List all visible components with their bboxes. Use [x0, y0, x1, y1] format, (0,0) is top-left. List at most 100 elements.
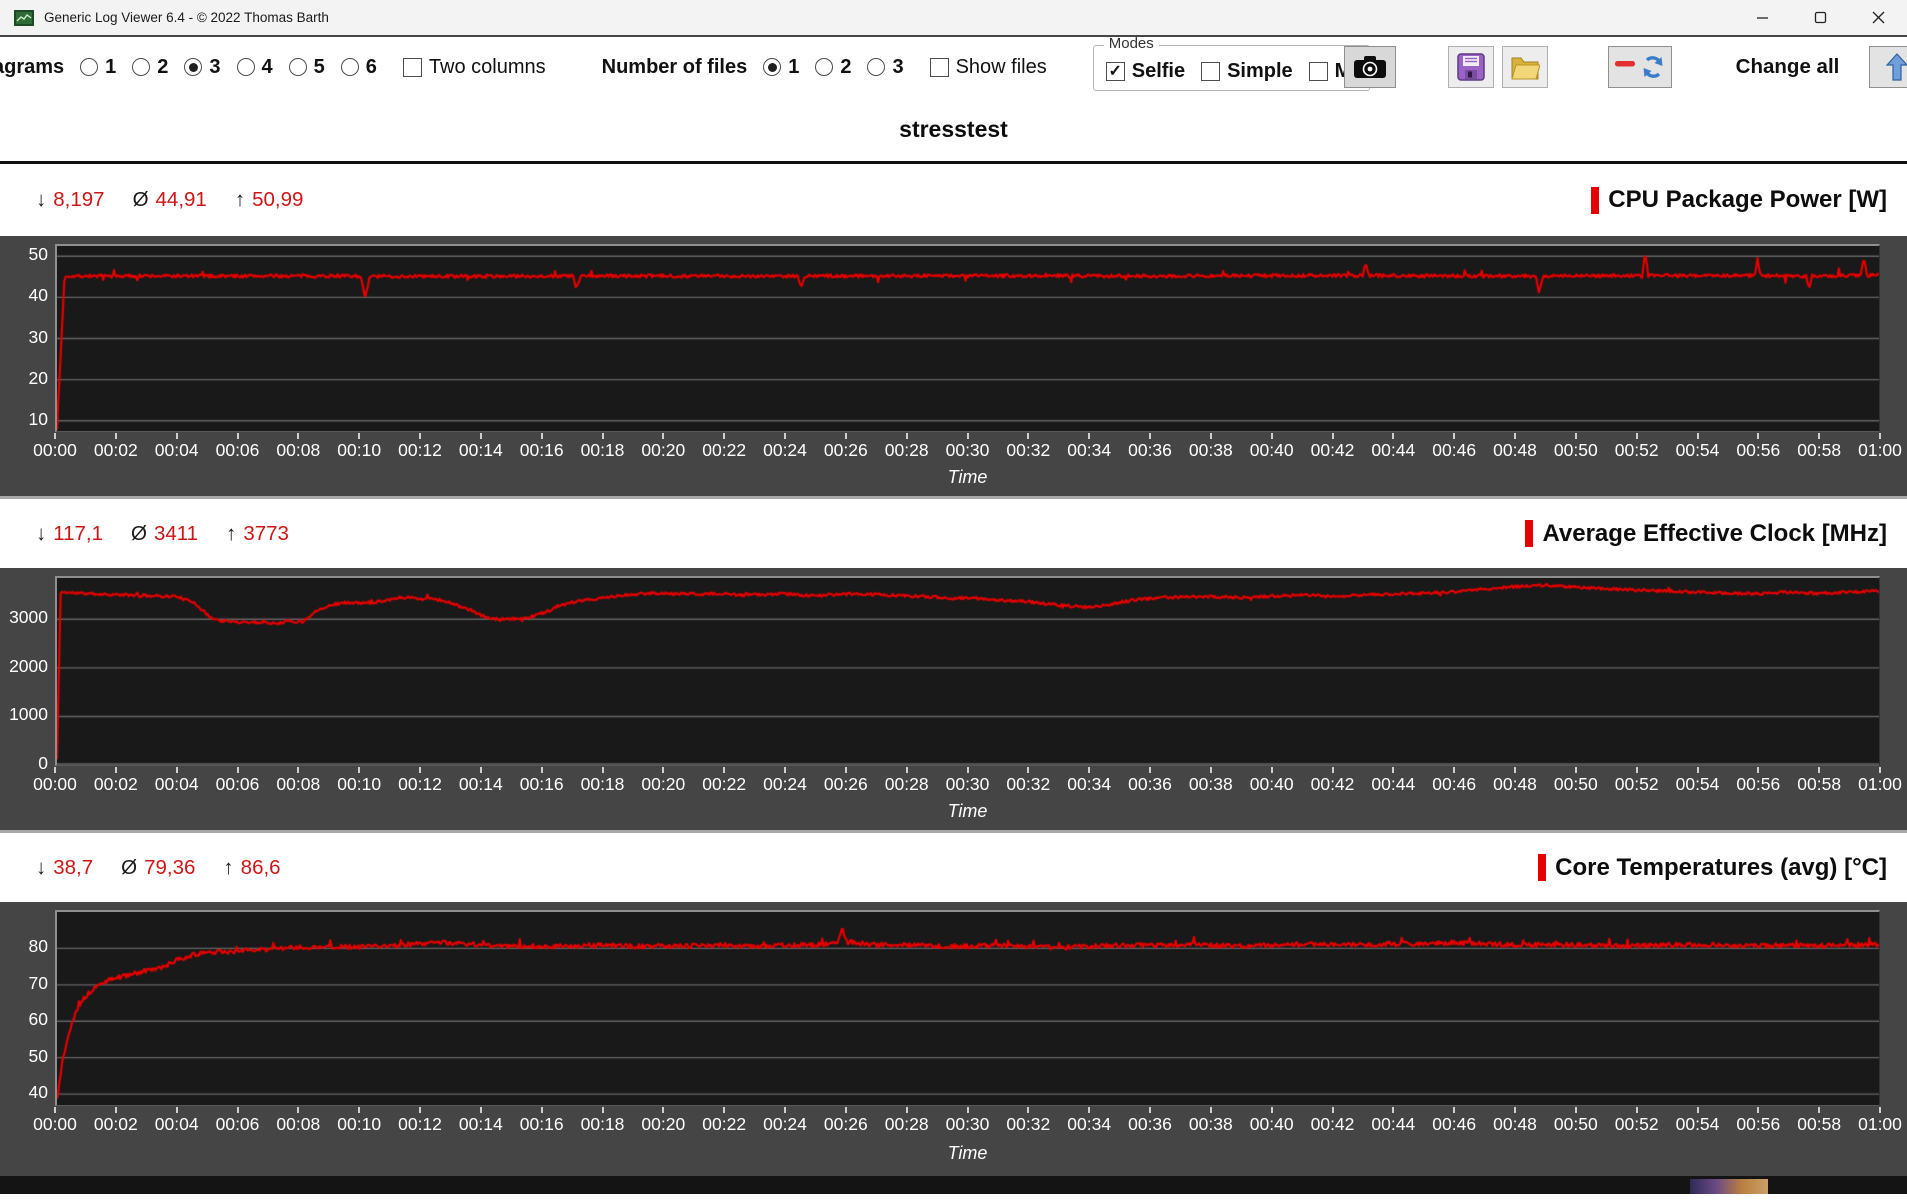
y-tick-label: 80 — [28, 936, 48, 957]
x-axis-labels: 00:00 00:02 00:04 00:06 00:08 00:10 00:12 00:14… — [33, 1107, 1902, 1136]
diagram-radio-3[interactable]: 3 — [184, 56, 221, 79]
x-tick-mark — [297, 433, 300, 439]
min-arrow-icon: ↓ — [36, 521, 47, 545]
open-folder-button[interactable] — [1501, 46, 1548, 88]
radio-icon[interactable] — [867, 58, 886, 76]
files-radio-2[interactable]: 2 — [815, 56, 851, 79]
radio-icon-selected[interactable] — [184, 58, 203, 76]
min-arrow-icon: ↓ — [36, 855, 47, 879]
radio-icon-selected[interactable] — [763, 58, 782, 76]
radio-icon[interactable] — [132, 58, 151, 76]
x-tick-mark — [784, 767, 786, 773]
x-tick-label: 00:06 — [215, 440, 260, 460]
x-tick-label: 00:40 — [1249, 1114, 1294, 1134]
stat-min: ↓ 38,7 — [36, 855, 94, 879]
x-tick-label: 00:54 — [1675, 774, 1720, 794]
camera-icon — [1353, 56, 1386, 78]
diagram-radio-4[interactable]: 4 — [236, 56, 273, 79]
x-tick-label: 00:28 — [884, 1114, 929, 1134]
x-tick-mark — [114, 767, 117, 773]
stat-max: ↑ 86,6 — [223, 855, 281, 879]
x-tick-mark — [175, 1107, 178, 1113]
plot-area — [55, 244, 1880, 432]
files-radio-1[interactable]: 1 — [763, 56, 799, 79]
stat-avg: Ø 44,91 — [132, 188, 207, 211]
x-tick-mark — [1453, 767, 1456, 773]
x-tick-mark — [966, 1107, 969, 1113]
diagram-radio-1[interactable]: 1 — [80, 56, 116, 79]
simple-checkbox[interactable]: Simple — [1201, 60, 1293, 83]
checkbox-icon[interactable] — [1201, 61, 1221, 81]
x-tick-mark — [175, 433, 178, 439]
max-arrow-icon: ↑ — [223, 855, 234, 879]
x-tick-label: 00:04 — [154, 1114, 199, 1134]
x-tick-mark — [1088, 767, 1091, 773]
maximize-icon — [1814, 11, 1826, 24]
selfie-checkbox[interactable]: ✓ Selfie — [1105, 60, 1185, 83]
x-tick-mark — [723, 433, 726, 439]
x-tick-mark — [358, 1107, 361, 1113]
x-tick-mark — [1635, 767, 1638, 773]
x-tick-label: 00:12 — [398, 1114, 442, 1134]
max-arrow-icon: ↑ — [226, 521, 237, 545]
x-tick-label: 00:18 — [580, 440, 625, 460]
radio-icon[interactable] — [80, 58, 99, 76]
radio-icon[interactable] — [288, 58, 307, 76]
x-axis-title: Time — [947, 467, 988, 487]
x-tick-mark — [236, 433, 239, 439]
maximize-button[interactable] — [1791, 0, 1849, 35]
x-tick-mark — [114, 433, 117, 439]
x-tick-label: 00:52 — [1614, 440, 1659, 460]
x-tick-mark — [419, 433, 421, 439]
x-tick-mark — [1574, 1107, 1577, 1113]
x-tick-label: 00:10 — [337, 1114, 382, 1134]
x-tick-label: 00:42 — [1310, 440, 1355, 460]
x-tick-mark — [1149, 433, 1151, 439]
x-tick-mark — [1453, 433, 1456, 439]
save-button[interactable] — [1447, 46, 1494, 88]
x-tick-mark — [905, 767, 908, 773]
checkbox-icon[interactable] — [1308, 61, 1328, 81]
diagram-radio-5[interactable]: 5 — [288, 56, 325, 79]
close-button[interactable] — [1849, 0, 1907, 35]
x-tick-mark — [662, 1107, 665, 1113]
diagram-radio-2[interactable]: 2 — [132, 56, 168, 79]
x-tick-mark — [236, 1107, 239, 1113]
show-files-checkbox[interactable]: Show files — [929, 56, 1047, 79]
x-tick-label: 00:32 — [1006, 440, 1051, 460]
remove-reload-button[interactable] — [1607, 46, 1672, 88]
x-tick-label: 00:58 — [1797, 774, 1842, 794]
checkbox-icon[interactable] — [402, 57, 422, 77]
title-bar: Generic Log Viewer 6.4 - © 2022 Thomas B… — [0, 0, 1907, 37]
stat-avg: Ø 79,36 — [121, 855, 196, 879]
x-tick-label: 00:30 — [945, 440, 990, 460]
x-tick-label: 00:20 — [641, 440, 686, 460]
radio-icon[interactable] — [236, 58, 255, 76]
x-tick-mark — [1818, 433, 1821, 439]
files-radio-3[interactable]: 3 — [867, 56, 904, 79]
x-tick-mark — [1514, 1107, 1516, 1113]
plot-area — [55, 576, 1880, 766]
checkbox-checked-icon[interactable]: ✓ — [1105, 61, 1125, 81]
minimize-button[interactable] — [1733, 0, 1791, 35]
x-tick-mark — [723, 1107, 726, 1113]
x-tick-mark — [1757, 433, 1760, 439]
arrow-up-icon — [1886, 53, 1907, 81]
x-tick-label: 00:58 — [1797, 440, 1842, 460]
radio-icon[interactable] — [340, 58, 359, 76]
x-tick-mark — [1149, 767, 1151, 773]
diagram-radio-6[interactable]: 6 — [340, 56, 377, 79]
two-columns-checkbox[interactable]: Two columns — [402, 56, 546, 79]
check-icon: ✓ — [1108, 63, 1122, 80]
screenshot-button[interactable] — [1343, 46, 1396, 88]
modes-group-label: Modes — [1103, 37, 1159, 52]
move-up-button[interactable] — [1869, 46, 1907, 88]
x-tick-label: 00:46 — [1432, 440, 1477, 460]
checkbox-icon[interactable] — [929, 57, 949, 77]
x-tick-mark — [540, 767, 543, 773]
x-tick-label: 00:38 — [1188, 440, 1233, 460]
radio-icon[interactable] — [815, 58, 834, 76]
x-tick-label: 00:58 — [1797, 1114, 1842, 1134]
x-tick-label: 00:14 — [458, 1114, 503, 1134]
x-tick-label: 00:18 — [580, 774, 625, 794]
